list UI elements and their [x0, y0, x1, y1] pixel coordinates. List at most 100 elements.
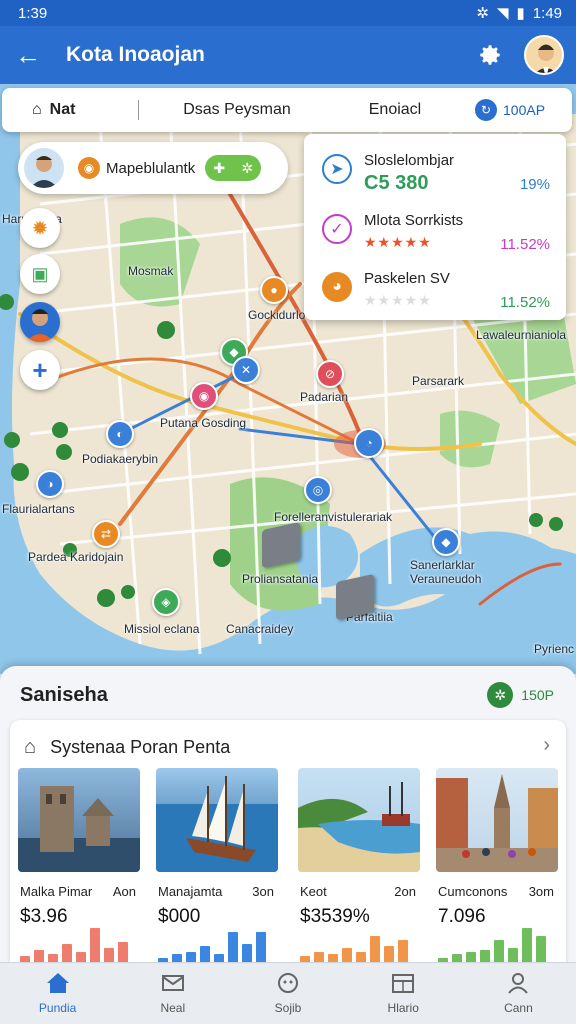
mini-bar: [90, 928, 100, 964]
tour-bars: [438, 924, 556, 964]
mini-bar: [242, 944, 252, 964]
bluetooth-icon: ✲: [476, 5, 489, 22]
map-label-padarian: Padarian: [300, 390, 349, 404]
map-pin[interactable]: ◉: [190, 382, 218, 410]
mini-bar: [536, 936, 546, 964]
tour-image: [298, 768, 420, 872]
gear-icon[interactable]: [470, 35, 510, 75]
nav-item-pundia[interactable]: Pundia: [0, 963, 115, 1024]
chat-icon: ▣: [31, 263, 49, 284]
map-label-pyrien: Pyrienc: [534, 642, 575, 656]
profile-icon: [506, 972, 530, 997]
filter-enoiacl[interactable]: Enoiacl: [335, 101, 455, 119]
tour-card[interactable]: Manajamta 3on $000: [156, 768, 278, 968]
add-button[interactable]: +: [20, 350, 60, 390]
sun-icon: ✹: [31, 217, 49, 240]
map-label-parsarak: Parsarark: [412, 374, 465, 388]
app-title: Kota Inoaojan: [66, 43, 205, 66]
tour-list-title: Systenaa Poran Penta: [50, 737, 231, 757]
sheet-badge[interactable]: ✲ 150P: [487, 682, 554, 708]
filter-bar: ⌂ Nat Dsas Peysman Enoiacl ↻ 100AP: [2, 88, 572, 132]
compass-icon: ➤: [322, 154, 352, 184]
poi-panel: ➤ Sloslelombjar C5 380 19% ✓ Mlota Sorrk…: [304, 134, 566, 320]
app-root: 1:39 ✲ ◥ ▮ 1:49 ← Kota Inoaojan Harr Mos…: [0, 0, 576, 1024]
nav-item-hlario[interactable]: Hlario: [346, 963, 461, 1024]
mini-bar: [370, 936, 380, 964]
map-label-sanerh: Sanerlarklar Verauneudoh: [410, 558, 482, 586]
mini-bar: [494, 940, 504, 964]
plus-icon: ✚: [213, 159, 226, 176]
place-icon: ◉: [78, 157, 100, 179]
map-pin[interactable]: ◐: [106, 420, 134, 448]
map-label-pardea: Pardea Karidojain: [28, 550, 124, 564]
tour-card[interactable]: Keot 2on $3539%: [298, 768, 420, 968]
nav-item-sojib[interactable]: Sojib: [230, 963, 345, 1024]
route-icon: ↻: [475, 99, 497, 121]
map-pin[interactable]: ✕: [232, 356, 260, 384]
battery-icon: ▮: [516, 5, 525, 22]
map-pin[interactable]: ◑: [36, 470, 64, 498]
food-icon: ◕: [322, 272, 352, 302]
attractions-button[interactable]: ✹: [20, 208, 60, 248]
map-pin[interactable]: ⊘: [316, 360, 344, 388]
landmark-building-icon[interactable]: [262, 521, 300, 569]
map-label-mosmak: Mosmak: [128, 264, 174, 278]
chevron-right-icon[interactable]: ›: [543, 734, 550, 757]
mini-bar: [398, 940, 408, 964]
rating-stars: ★★★★★: [364, 292, 432, 308]
mini-bar: [228, 932, 238, 964]
map-label-canacard: Canacraidey: [226, 622, 294, 636]
map-pin[interactable]: ◈: [152, 588, 180, 616]
status-time: 1:39: [18, 4, 48, 22]
friend-avatar[interactable]: [20, 302, 60, 342]
check-icon: ✓: [322, 214, 352, 244]
mini-bar: [62, 944, 72, 964]
visibility-toggle[interactable]: ✚ ✲: [205, 155, 262, 181]
calendar-icon: [391, 972, 415, 997]
map-pin-selected[interactable]: ◔: [354, 428, 384, 458]
home-icon: [46, 972, 70, 997]
mini-bar: [522, 928, 532, 964]
plus-icon: +: [32, 354, 48, 385]
map-pin[interactable]: ●: [260, 276, 288, 304]
status-bar: 1:39 ✲ ◥ ▮ 1:49: [0, 0, 576, 26]
poi-item[interactable]: ◕ Paskelen SV ★★★★★ 11.52%: [304, 256, 566, 316]
home-outline-icon: ⌂: [32, 101, 42, 118]
map-label-podlia: Podiakaerybin: [82, 452, 159, 466]
filter-dsas[interactable]: Dsas Peysman: [139, 101, 335, 119]
mini-bar: [256, 932, 266, 964]
bottom-nav: Pundia Neal Sojib Hlario Cann: [0, 962, 576, 1024]
map-label-lawale: Lawaleurnianiola: [476, 328, 567, 342]
pet-icon: [276, 972, 300, 997]
back-arrow-icon[interactable]: ←: [0, 40, 56, 71]
user-avatar[interactable]: [524, 35, 564, 75]
map-label-flaura: Flaurialartans: [2, 502, 75, 516]
rating-stars: ★★★★★: [364, 234, 432, 250]
tour-bars: [300, 924, 418, 964]
user-location-card[interactable]: ◉ Mapeblulantk ✚ ✲: [18, 142, 288, 194]
nav-item-neal[interactable]: Neal: [115, 963, 230, 1024]
home-outline-icon: ⌂: [24, 736, 37, 758]
map-card-label: Mapeblulantk: [106, 159, 196, 177]
tour-image: [156, 768, 278, 872]
tour-image: [436, 768, 558, 872]
tour-card[interactable]: Cumconons 3om 7.096: [436, 768, 558, 968]
poi-item[interactable]: ✓ Mlota Sorrkists ★★★★★ 11.52%: [304, 198, 566, 258]
filter-nat[interactable]: ⌂ Nat: [2, 101, 138, 119]
map-pin[interactable]: ⇄: [92, 520, 120, 548]
mini-bar: [118, 942, 128, 964]
app-bar: ← Kota Inoaojan: [0, 26, 576, 84]
map-pin[interactable]: ◆: [432, 528, 460, 556]
chat-button[interactable]: ▣: [20, 254, 60, 294]
map-label-prolians: Proliansatania: [242, 572, 319, 586]
map-pin[interactable]: ◎: [304, 476, 332, 504]
tour-bars: [20, 924, 138, 964]
filter-100ap[interactable]: ↻ 100AP: [475, 99, 545, 121]
sheet-title: Saniseha: [20, 684, 108, 706]
landmark-building-icon[interactable]: [336, 573, 374, 621]
tour-image: [18, 768, 140, 872]
poi-item[interactable]: ➤ Sloslelombjar C5 380 19%: [304, 138, 566, 198]
nav-item-cann[interactable]: Cann: [461, 963, 576, 1024]
status-time-right: 1:49: [532, 4, 562, 22]
tour-card[interactable]: Malka Pimar Aon $3.96: [18, 768, 140, 968]
